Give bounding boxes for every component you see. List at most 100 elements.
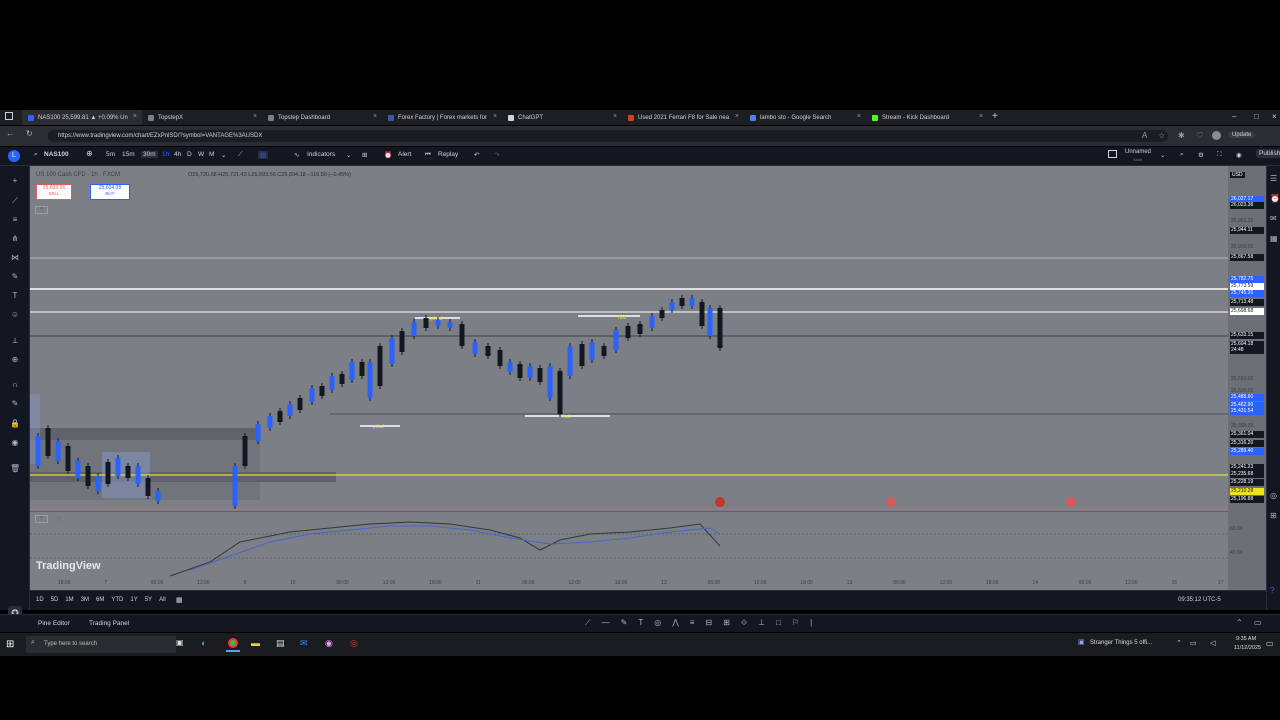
favorites-icon[interactable]: ♡ [1196, 131, 1203, 140]
back-icon[interactable]: ← [6, 129, 14, 138]
brush-icon[interactable]: ✎ [621, 618, 628, 628]
taskbar-search-box[interactable]: ⌕ Type here to search [26, 636, 176, 653]
pattern-icon[interactable]: ⋀ [672, 618, 679, 628]
collapse-legend-icon[interactable]: ⌃ [35, 206, 48, 214]
price-axis[interactable]: USD 26,027.17 26,023.38 25,961.16 25,944.11… [1228, 166, 1266, 590]
translate-icon[interactable]: A [1142, 131, 1147, 140]
symbol-button[interactable]: NAS100 [44, 151, 69, 158]
indicators-button[interactable]: Indicators [307, 151, 335, 158]
oscillator-settings-icon[interactable]: ◎ [56, 515, 61, 522]
browser-tab[interactable]: Forex Factory | Forex markets for × [382, 110, 502, 125]
taskbar-time[interactable]: 9:35 AM [1236, 636, 1256, 642]
range-button-ytd[interactable]: YTD [111, 597, 123, 603]
range-button-6m[interactable]: 6M [96, 597, 104, 603]
edge-icon[interactable]: ◐ [201, 638, 206, 648]
notifications-icon[interactable]: ▭ [1266, 639, 1274, 648]
trend-line-icon[interactable]: ⟋ [10, 196, 20, 206]
windows-start-icon[interactable]: ⊞ [6, 639, 14, 650]
eye-icon[interactable]: ◉ [10, 438, 20, 448]
volume-icon[interactable]: ◁ [1210, 639, 1215, 647]
alarm-icon[interactable]: ⏰ [384, 151, 392, 159]
publish-button[interactable]: Publish [1256, 149, 1280, 158]
interval-weekly[interactable]: W [198, 151, 204, 158]
close-tab-icon[interactable]: × [857, 113, 861, 120]
event-marker-icon[interactable] [715, 497, 725, 507]
layout-name[interactable]: Unnamed [1125, 149, 1151, 155]
browser-tab[interactable]: Stream - Kick Dashboard × [866, 110, 988, 125]
now-playing-text[interactable]: Stranger Things 5 offi... [1090, 640, 1152, 646]
browser-tab[interactable]: ChatGPT × [502, 110, 622, 125]
community-icon[interactable]: ◎ [1270, 491, 1277, 500]
buy-button[interactable]: 25,604.08 BUY [90, 184, 130, 200]
time-axis[interactable]: 18:00 7 06:00 12:00 9 10 06:00 12:00 18:00 11 06:0… [30, 579, 1228, 590]
app-icon[interactable]: ◎ [350, 638, 358, 649]
close-tab-icon[interactable]: × [253, 113, 257, 120]
tab-actions-icon[interactable] [5, 112, 13, 120]
range-button-5d[interactable]: 5D [51, 597, 59, 603]
interval-15m[interactable]: 15m [122, 151, 135, 158]
compare-symbol-icon[interactable]: ⊕ [86, 149, 93, 158]
symbol-search-icon[interactable]: ⌕ [34, 151, 38, 159]
brush-icon[interactable]: ✎ [10, 272, 20, 282]
interval-5m[interactable]: 5m [106, 151, 115, 158]
forecast-icon[interactable]: ⊟ [705, 618, 712, 628]
replay-icon[interactable]: ⏮ [425, 151, 431, 159]
text-tool-icon[interactable]: T [10, 291, 20, 301]
interval-4h[interactable]: 4h [174, 151, 181, 158]
camera-icon[interactable]: ◉ [1236, 151, 1242, 159]
extensions-icon[interactable]: ✱ [1178, 131, 1185, 140]
close-tab-icon[interactable]: × [979, 113, 983, 120]
user-avatar[interactable]: L [8, 150, 20, 162]
emoji-icon[interactable]: ☺ [10, 310, 20, 320]
browser-tab[interactable]: lambo sto - Google Search × [744, 110, 866, 125]
oscillator-pane[interactable]: ⌃ ◎ TradingView [30, 511, 1228, 579]
undo-icon[interactable]: ↶ [474, 151, 479, 159]
range-button-3m[interactable]: 3M [81, 597, 89, 603]
alerts-icon[interactable]: ⏰ [1270, 194, 1280, 203]
range-button-5y[interactable]: 5Y [145, 597, 152, 603]
replay-button[interactable]: Replay [438, 151, 458, 158]
chevron-down-icon[interactable]: ⌄ [1160, 151, 1165, 159]
range-button-1m[interactable]: 1M [65, 597, 73, 603]
update-button[interactable]: Update [1228, 132, 1256, 138]
search-icon[interactable]: ⌕ [1180, 151, 1184, 159]
range-button-1y[interactable]: 1Y [130, 597, 137, 603]
mail-icon[interactable]: ✉ [300, 638, 308, 649]
url-field[interactable]: https://www.tradingview.com/chart/EZxPnl… [48, 130, 1168, 142]
browser-tab[interactable]: NAS100 25,599.81 ▲ +0.09% Un × [22, 110, 142, 125]
settings-gear-icon[interactable]: ⚙ [1198, 151, 1204, 159]
indicators-icon[interactable]: ∿ [294, 151, 299, 159]
fullscreen-icon[interactable]: ⛶ [1217, 151, 1222, 159]
trash-icon[interactable]: 🗑 [10, 464, 20, 474]
economic-event-icon[interactable] [886, 497, 896, 507]
ideas-icon[interactable]: ⊞ [1270, 511, 1277, 520]
close-tab-icon[interactable]: × [133, 113, 137, 120]
flag-icon[interactable]: ⚐ [792, 618, 799, 628]
close-tab-icon[interactable]: × [373, 113, 377, 120]
layout-templates-icon[interactable]: ⊞ [362, 151, 367, 159]
interval-monthly[interactable]: M [209, 151, 214, 158]
trading-panel-tab[interactable]: Trading Panel [89, 620, 129, 627]
trend-line-icon[interactable]: ⟋ [585, 618, 591, 628]
candle-style-icon[interactable]: ▥ [258, 151, 269, 159]
minimize-icon[interactable]: – [1232, 112, 1236, 121]
close-tab-icon[interactable]: × [735, 113, 739, 120]
layout-icon[interactable] [1108, 150, 1117, 158]
maximize-panel-icon[interactable]: ▭ [1254, 618, 1262, 627]
line-tool-icon[interactable]: ⟋ [238, 151, 243, 159]
zoom-in-icon[interactable]: ⊕ [10, 355, 20, 365]
redo-icon[interactable]: ↷ [494, 151, 499, 159]
collapse-pane-icon[interactable]: ⌃ [35, 515, 48, 523]
chevron-down-icon[interactable]: ⌄ [221, 151, 226, 159]
fib-tool-icon[interactable]: ⋔ [10, 234, 20, 244]
crosshair-icon[interactable]: + [10, 176, 20, 186]
vertical-line-icon[interactable]: | [810, 618, 812, 628]
economic-event-icon[interactable] [1066, 497, 1076, 507]
clock-readout[interactable]: 09:35:12 UTC-5 [1178, 597, 1221, 603]
calendar-icon[interactable]: ▦ [1270, 234, 1278, 243]
magnet-icon[interactable]: ∩ [10, 380, 20, 390]
range-icon[interactable]: ⊞ [723, 618, 730, 628]
taskbar-date[interactable]: 11/12/2025 [1234, 645, 1261, 651]
ruler-icon[interactable]: ⟂ [10, 336, 20, 346]
horizontal-line-icon[interactable]: — [602, 618, 610, 628]
